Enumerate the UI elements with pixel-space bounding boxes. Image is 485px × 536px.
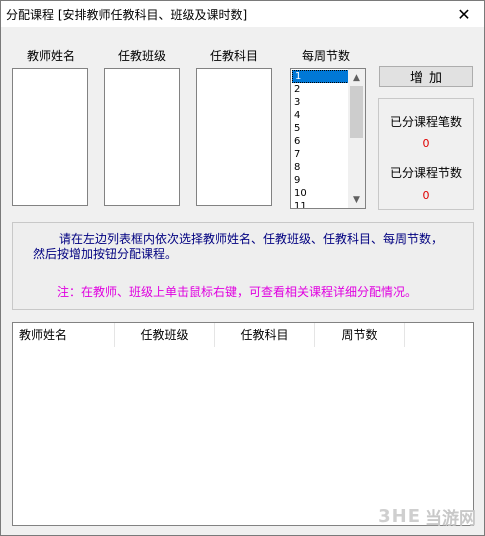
dialog-window: 分配课程 [安排教师任教科目、班级及课时数] ✕ 教师姓名 任教班级 任教科目 … (0, 0, 485, 536)
weekly-hours-option[interactable]: 10 (292, 187, 349, 200)
scroll-down-icon[interactable]: ▼ (348, 191, 365, 208)
title-bar: 分配课程 [安排教师任教科目、班级及课时数] ✕ (1, 1, 484, 27)
assignment-table[interactable]: 教师姓名 任教班级 任教科目 周节数 (12, 322, 474, 526)
teacher-name-label: 教师姓名 (26, 49, 75, 63)
info-panel: 请在左边列表框内依次选择教师姓名、任教班级、任教科目、每周节数，然后按增加按钮分… (12, 222, 474, 310)
weekly-hours-option[interactable]: 2 (292, 83, 349, 96)
subject-listbox[interactable] (196, 68, 272, 206)
weekly-hours-option[interactable]: 1 (292, 70, 349, 83)
add-button[interactable]: 增加 (379, 66, 473, 87)
lesson-count-label: 已分课程节数 (389, 166, 462, 180)
table-header-class[interactable]: 任教班级 (115, 323, 215, 347)
teacher-name-listbox[interactable] (12, 68, 88, 206)
subject-label: 任教科目 (209, 49, 258, 63)
weekly-hours-option[interactable]: 9 (292, 174, 349, 187)
scroll-up-icon[interactable]: ▲ (348, 69, 365, 86)
weekly-hours-scrollbar[interactable]: ▲ ▼ (348, 69, 365, 208)
weekly-hours-option[interactable]: 4 (292, 109, 349, 122)
course-count-value: 0 (422, 137, 430, 150)
table-header-subject[interactable]: 任教科目 (215, 323, 315, 347)
close-button[interactable]: ✕ (444, 1, 484, 27)
watermark-logo-icon: 3HE (378, 506, 421, 527)
window-title: 分配课程 [安排教师任教科目、班级及课时数] (6, 8, 248, 22)
weekly-hours-option[interactable]: 8 (292, 161, 349, 174)
weekly-hours-items: 1 2 3 4 5 6 7 8 9 10 11 (292, 70, 349, 208)
weekly-hours-option[interactable]: 6 (292, 135, 349, 148)
scroll-thumb[interactable] (350, 86, 363, 138)
table-header-teacher[interactable]: 教师姓名 (19, 323, 115, 347)
lesson-count-value: 0 (422, 189, 430, 202)
instruction-text: 请在左边列表框内依次选择教师姓名、任教班级、任教科目、每周节数，然后按增加按钮分… (33, 232, 444, 261)
weekly-hours-option[interactable]: 11 (292, 200, 349, 208)
table-header-weekly-hours[interactable]: 周节数 (315, 323, 405, 347)
weekly-hours-option[interactable]: 7 (292, 148, 349, 161)
weekly-hours-option[interactable]: 5 (292, 122, 349, 135)
class-label: 任教班级 (117, 49, 166, 63)
watermark: 3HE 当游网 (378, 504, 476, 529)
class-listbox[interactable] (104, 68, 180, 206)
weekly-hours-option[interactable]: 3 (292, 96, 349, 109)
course-count-label: 已分课程笔数 (389, 115, 462, 129)
note-text: 注：在教师、班级上单击鼠标右键，可查看相关课程详细分配情况。 (57, 285, 418, 299)
watermark-text: 当游网 (425, 509, 476, 529)
close-icon: ✕ (457, 4, 471, 24)
weekly-hours-listbox[interactable]: 1 2 3 4 5 6 7 8 9 10 11 ▲ ▼ (290, 68, 366, 209)
weekly-hours-label: 每周节数 (301, 49, 350, 63)
stats-box: 已分课程笔数 0 已分课程节数 0 (378, 98, 474, 210)
